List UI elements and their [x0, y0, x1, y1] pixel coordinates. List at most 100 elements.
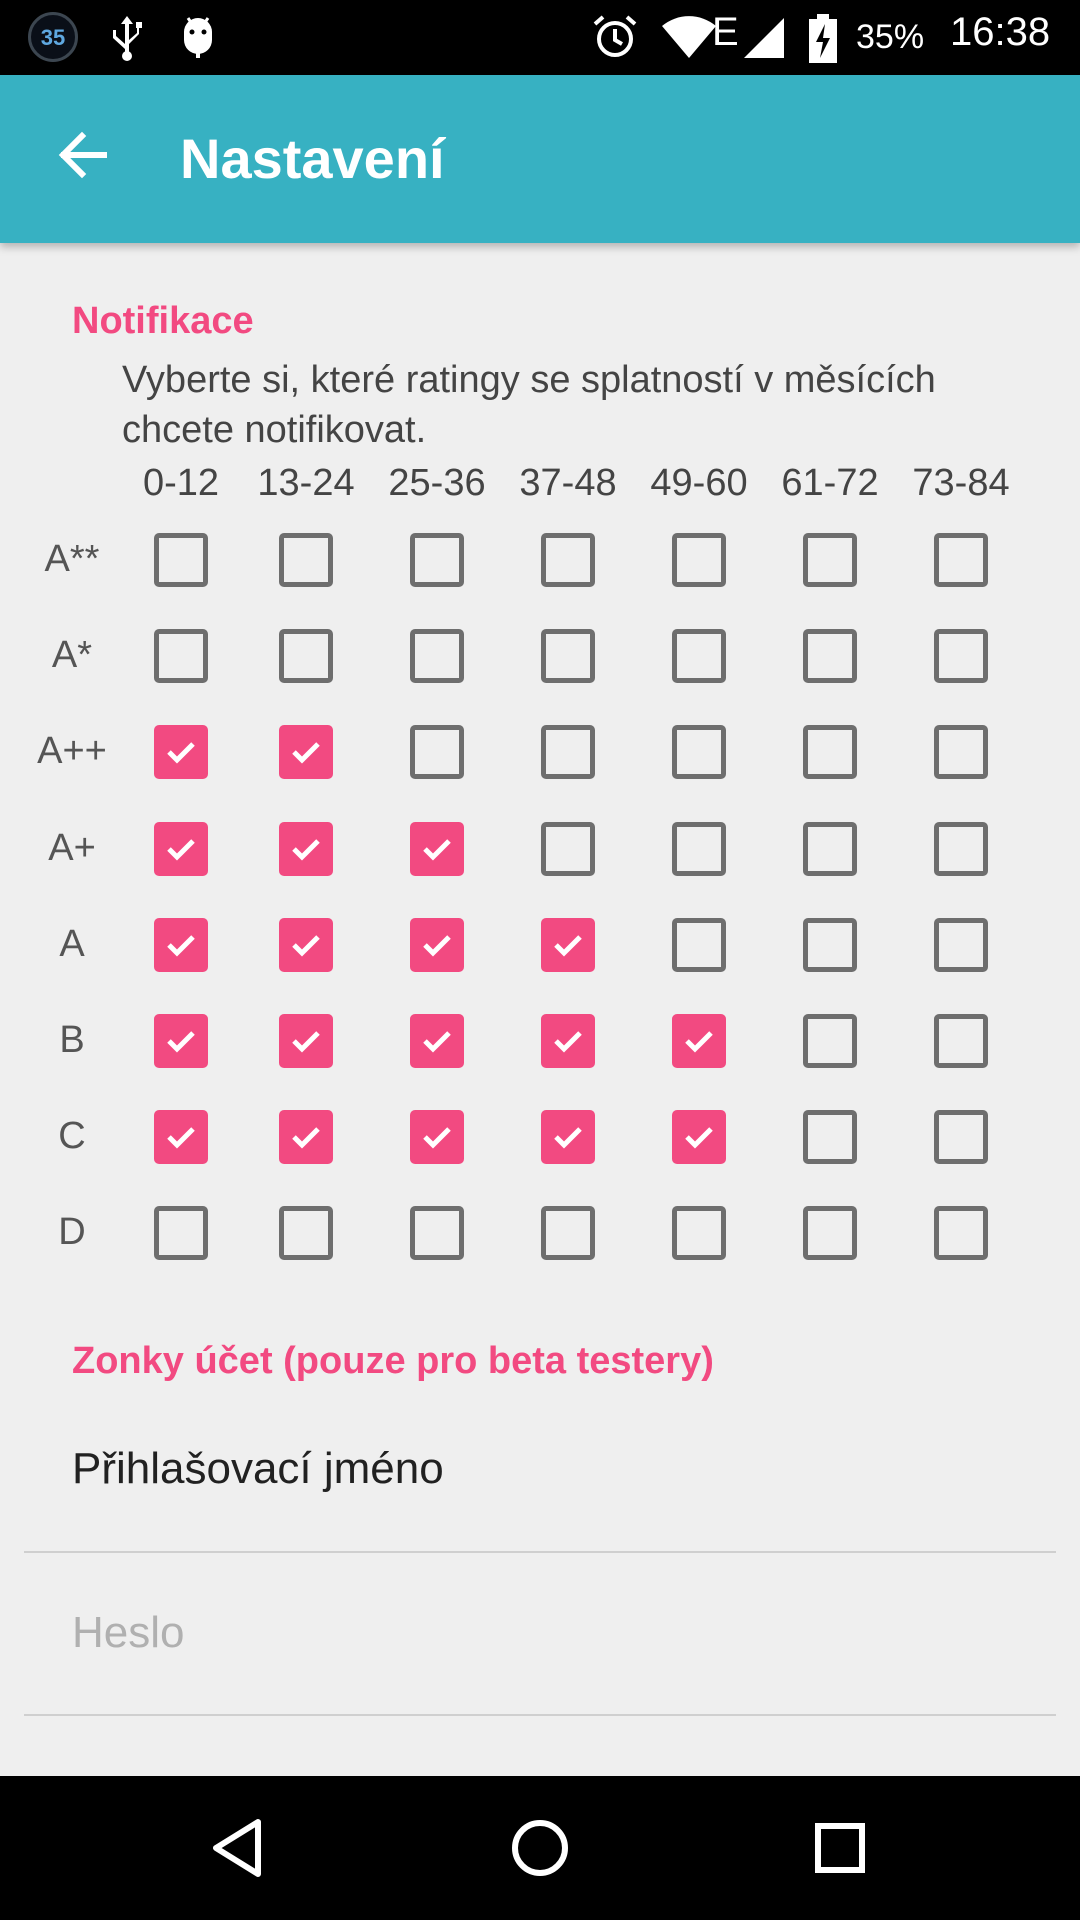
rating-checkbox[interactable]	[803, 1110, 857, 1165]
rating-checkbox[interactable]	[279, 533, 333, 587]
navigation-bar	[0, 1776, 1080, 1920]
nav-back-button[interactable]	[200, 1808, 280, 1888]
rating-checkbox[interactable]	[672, 629, 726, 684]
rating-checkbox[interactable]	[154, 533, 208, 587]
rating-checkbox[interactable]	[934, 629, 988, 684]
rating-checkbox[interactable]	[410, 821, 464, 876]
rating-checkbox[interactable]	[279, 821, 333, 876]
rating-checkbox[interactable]	[541, 1206, 595, 1261]
rating-checkbox[interactable]	[154, 1110, 208, 1165]
rating-checkbox[interactable]	[154, 1014, 208, 1068]
rating-checkbox[interactable]	[934, 1110, 988, 1165]
rating-checkbox[interactable]	[541, 1110, 595, 1165]
checkmark-icon	[423, 1127, 451, 1149]
arrow-back-icon	[58, 131, 107, 179]
rating-checkbox[interactable]	[279, 725, 333, 780]
checkmark-icon	[167, 935, 195, 957]
status-bar: 35 E 35% 16:38	[0, 0, 1080, 75]
rating-checkbox[interactable]	[279, 1014, 333, 1068]
rating-checkbox[interactable]	[803, 1206, 857, 1261]
row-label: A	[59, 922, 85, 965]
rating-checkbox[interactable]	[934, 533, 988, 587]
rating-checkbox[interactable]	[541, 1014, 595, 1068]
rating-checkbox[interactable]	[154, 1206, 208, 1261]
checkmark-icon	[685, 1031, 713, 1053]
wifi-icon	[662, 16, 716, 58]
rating-checkbox[interactable]	[541, 533, 595, 587]
rating-checkbox[interactable]	[803, 1014, 857, 1068]
rating-checkbox[interactable]	[154, 725, 208, 780]
rating-checkbox[interactable]	[672, 917, 726, 972]
rating-checkbox[interactable]	[934, 917, 988, 972]
rating-checkbox[interactable]	[672, 821, 726, 876]
rating-checkbox[interactable]	[410, 629, 464, 684]
divider	[24, 1551, 1056, 1553]
column-header: 61-72	[781, 462, 879, 504]
back-button[interactable]	[44, 115, 124, 195]
rating-checkbox[interactable]	[803, 917, 857, 972]
rating-checkbox[interactable]	[154, 821, 208, 876]
rating-checkbox[interactable]	[541, 725, 595, 780]
divider	[24, 1714, 1056, 1716]
rating-checkbox[interactable]	[410, 1014, 464, 1068]
rating-checkbox[interactable]	[410, 1206, 464, 1261]
signal-icon	[744, 18, 784, 58]
rating-checkbox[interactable]	[154, 917, 208, 972]
row-label: A++	[37, 730, 107, 773]
rating-checkbox[interactable]	[672, 533, 726, 587]
checkmark-icon	[292, 935, 320, 957]
checkmark-icon	[167, 1127, 195, 1149]
checkmark-icon	[292, 1127, 320, 1149]
rating-checkbox[interactable]	[934, 1206, 988, 1261]
rating-checkbox[interactable]	[541, 629, 595, 684]
rating-checkbox[interactable]	[803, 533, 857, 587]
row-label: D	[58, 1211, 86, 1254]
rating-checkbox[interactable]	[279, 1206, 333, 1261]
battery-charging-icon	[809, 14, 837, 63]
checkmark-icon	[554, 935, 582, 957]
rating-checkbox[interactable]	[803, 629, 857, 684]
back-triangle-icon	[213, 1819, 261, 1877]
row-label: C	[58, 1115, 86, 1158]
account-section-title: Zonky účet (pouze pro beta testery)	[72, 1340, 714, 1382]
rating-checkbox[interactable]	[541, 821, 595, 876]
password-field[interactable]: Heslo	[72, 1608, 185, 1658]
rating-checkbox[interactable]	[672, 1206, 726, 1261]
checkmark-icon	[292, 838, 320, 861]
network-type: E	[712, 10, 739, 54]
home-circle-icon	[512, 1820, 568, 1876]
rating-checkbox[interactable]	[410, 725, 464, 780]
checkmark-icon	[292, 1031, 320, 1053]
nav-recents-button[interactable]	[800, 1808, 880, 1888]
rating-checkbox[interactable]	[410, 1110, 464, 1165]
rating-checkbox[interactable]	[279, 1110, 333, 1165]
battery-percentage: 35%	[856, 18, 925, 56]
usb-icon	[113, 16, 142, 61]
rating-checkbox[interactable]	[803, 725, 857, 780]
rating-checkbox[interactable]	[672, 1110, 726, 1165]
rating-checkbox[interactable]	[672, 725, 726, 780]
rating-checkbox[interactable]	[279, 917, 333, 972]
column-header: 37-48	[519, 462, 617, 504]
rating-checkbox[interactable]	[934, 1014, 988, 1068]
checkmark-icon	[167, 838, 195, 861]
nav-home-button[interactable]	[500, 1808, 580, 1888]
checkmark-icon	[292, 742, 320, 764]
checkmark-icon	[423, 838, 451, 861]
checkmark-icon	[554, 1031, 582, 1053]
rating-checkbox[interactable]	[934, 821, 988, 876]
row-label: A+	[48, 826, 96, 869]
rating-checkbox[interactable]	[672, 1014, 726, 1068]
rating-checkbox[interactable]	[154, 629, 208, 684]
username-field[interactable]: Přihlašovací jméno	[72, 1444, 444, 1494]
checkmark-icon	[554, 1127, 582, 1149]
rating-checkbox[interactable]	[541, 917, 595, 972]
row-label: A**	[44, 538, 100, 580]
rating-checkbox[interactable]	[934, 725, 988, 780]
rating-checkbox[interactable]	[279, 629, 333, 684]
column-header: 13-24	[257, 462, 355, 504]
rating-checkbox[interactable]	[410, 917, 464, 972]
rating-checkbox[interactable]	[803, 821, 857, 876]
checkmark-icon	[167, 742, 195, 764]
rating-checkbox[interactable]	[410, 533, 464, 587]
